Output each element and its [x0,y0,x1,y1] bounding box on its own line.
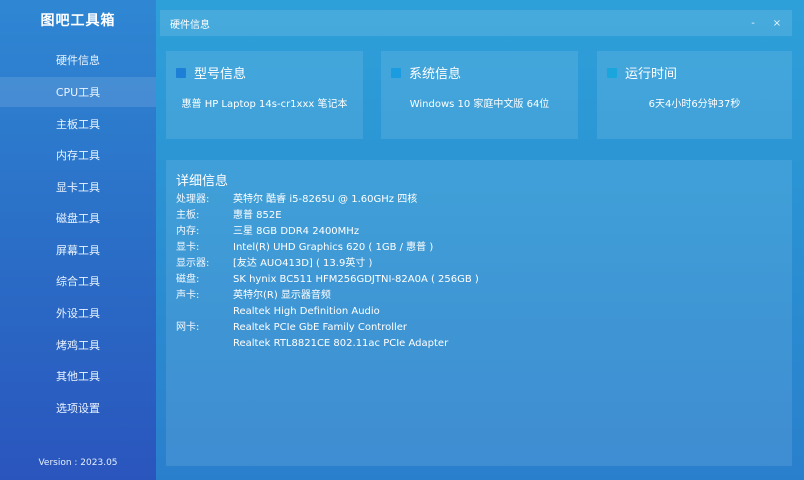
detail-row-audio: 声卡: 英特尔(R) 显示器音频 [176,290,331,302]
sidebar-item-label: 其他工具 [56,370,100,383]
sidebar-item-memory-tools[interactable]: 内存工具 [0,140,156,170]
detail-label: 显示器: [176,258,210,269]
model-info-title: 型号信息 [194,67,247,82]
app-window: 图吧工具箱 硬件信息 CPU工具 主板工具 内存工具 显卡工具 磁盘工具 屏幕工… [0,0,804,480]
sidebar-item-label: 硬件信息 [56,54,100,67]
detail-row-network-2: Realtek RTL8821CE 802.11ac PCIe Adapter [176,338,448,350]
detail-value: Realtek High Definition Audio [233,306,380,317]
sidebar-item-gpu-tools[interactable]: 显卡工具 [0,172,156,202]
sidebar-item-motherboard-tools[interactable]: 主板工具 [0,109,156,139]
detail-value: 英特尔(R) 显示器音频 [233,290,331,301]
model-info-header: 型号信息 [176,63,246,82]
model-info-value: 惠普 HP Laptop 14s-cr1xxx 笔记本 [181,99,348,110]
sidebar-item-label: 综合工具 [56,275,100,288]
detail-label: 声卡: [176,290,200,301]
sidebar-item-label: 内存工具 [56,149,100,162]
detail-value: Realtek PCIe GbE Family Controller [233,322,408,333]
uptime-title: 运行时间 [625,67,678,82]
detail-row-cpu: 处理器: 英特尔 酷睿 i5-8265U @ 1.60GHz 四核 [176,194,417,206]
sidebar-item-label: 选项设置 [56,402,100,415]
close-button[interactable]: × [768,10,786,36]
detail-info-title: 详细信息 [176,174,229,189]
windows-square-icon [391,67,401,78]
detail-label: 网卡: [176,322,200,333]
sidebar-item-peripheral-tools[interactable]: 外设工具 [0,298,156,328]
detail-row-gpu: 显卡: Intel(R) UHD Graphics 620 ( 1GB / 惠普… [176,242,433,254]
detail-row-motherboard: 主板: 惠普 852E [176,210,282,222]
detail-label: 磁盘: [176,274,200,285]
detail-label: 处理器: [176,194,210,205]
detail-row-network: 网卡: Realtek PCIe GbE Family Controller [176,322,407,334]
detail-row-disk: 磁盘: SK hynix BC511 HFM256GDJTNI-82A0A ( … [176,274,479,286]
uptime-value: 6天4小时6分钟37秒 [648,99,741,110]
sidebar-item-other-tools[interactable]: 其他工具 [0,361,156,391]
clock-square-icon [607,67,617,78]
uptime-header: 运行时间 [607,63,677,82]
detail-row-monitor: 显示器: [友达 AUO413D] ( 13.9英寸 ) [176,258,372,270]
detail-label: 内存: [176,226,200,237]
detail-label: 主板: [176,210,200,221]
detail-value: 惠普 852E [233,210,282,221]
detail-value: SK hynix BC511 HFM256GDJTNI-82A0A ( 256G… [233,274,479,285]
sidebar: 图吧工具箱 硬件信息 CPU工具 主板工具 内存工具 显卡工具 磁盘工具 屏幕工… [0,0,156,480]
system-info-title: 系统信息 [409,67,462,82]
detail-value: Intel(R) UHD Graphics 620 ( 1GB / 惠普 ) [233,242,434,253]
system-info-header: 系统信息 [391,63,461,82]
app-title: 图吧工具箱 [40,13,116,29]
model-square-icon [176,67,186,78]
sidebar-item-screen-tools[interactable]: 屏幕工具 [0,235,156,265]
title-bar: 硬件信息 [160,10,792,36]
detail-row-audio-2: Realtek High Definition Audio [176,306,380,318]
system-info-value: Windows 10 家庭中文版 64位 [409,99,550,110]
detail-value: [友达 AUO413D] ( 13.9英寸 ) [233,258,373,269]
sidebar-item-cpu-tools[interactable]: CPU工具 [0,77,156,107]
uptime-card: 运行时间 6天4小时6分钟37秒 [597,51,792,139]
detail-row-memory: 内存: 三星 8GB DDR4 2400MHz [176,226,359,238]
detail-value: Realtek RTL8821CE 802.11ac PCIe Adapter [233,338,449,349]
detail-value: 英特尔 酷睿 i5-8265U @ 1.60GHz 四核 [233,194,418,205]
sidebar-item-disk-tools[interactable]: 磁盘工具 [0,203,156,233]
system-info-card: 系统信息 Windows 10 家庭中文版 64位 [381,51,578,139]
sidebar-item-general-tools[interactable]: 综合工具 [0,266,156,296]
version-label: Version : 2023.05 [38,458,118,468]
sidebar-item-label: 屏幕工具 [56,244,100,257]
detail-info-panel: 详细信息 处理器: 英特尔 酷睿 i5-8265U @ 1.60GHz 四核 主… [166,160,792,466]
sidebar-item-stress-tools[interactable]: 烤鸡工具 [0,330,156,360]
window-title: 硬件信息 [170,19,210,31]
sidebar-item-label: 显卡工具 [56,181,100,194]
detail-label: 显卡: [176,242,200,253]
detail-value: 三星 8GB DDR4 2400MHz [233,226,360,237]
sidebar-item-label: 磁盘工具 [56,212,100,225]
sidebar-item-label: 烤鸡工具 [56,339,100,352]
sidebar-item-hardware-info[interactable]: 硬件信息 [0,45,156,75]
sidebar-item-settings[interactable]: 选项设置 [0,393,156,423]
minimize-button[interactable]: - [744,10,762,36]
sidebar-item-label: CPU工具 [55,86,101,99]
model-info-card: 型号信息 惠普 HP Laptop 14s-cr1xxx 笔记本 [166,51,363,139]
main-panel: 硬件信息 - × 型号信息 惠普 HP Laptop 14s-cr1xxx 笔记… [156,0,804,480]
sidebar-item-label: 主板工具 [56,118,100,131]
detail-label [176,338,233,350]
sidebar-item-label: 外设工具 [56,307,100,320]
detail-label [176,306,233,318]
